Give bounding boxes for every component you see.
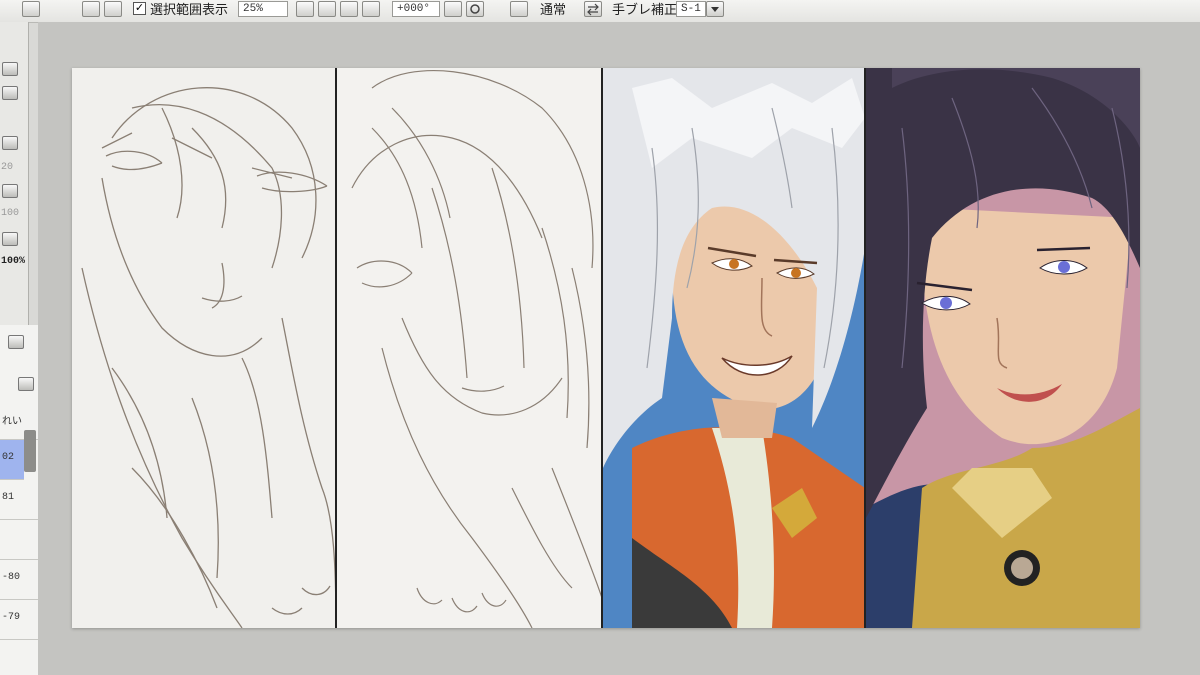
- flip-icon[interactable]: [584, 1, 602, 17]
- layer-visibility-icon[interactable]: [8, 335, 24, 349]
- zoom-field[interactable]: 25%: [238, 1, 288, 17]
- stabilizer-label: 手ブレ補正: [612, 2, 678, 17]
- blend-mode-select[interactable]: 通常: [540, 1, 566, 19]
- rotate-reset-icon[interactable]: [466, 1, 484, 17]
- layer-item[interactable]: -80: [0, 560, 38, 600]
- toolbar-button-1[interactable]: [22, 1, 40, 17]
- panel-button-4[interactable]: [2, 184, 18, 198]
- layer-item[interactable]: [0, 520, 38, 560]
- rotate-left-button[interactable]: [444, 1, 462, 17]
- toolbar-button-3[interactable]: [104, 1, 122, 17]
- sketch-panel-2: [337, 68, 603, 628]
- layer-panel: れい 02 81 -80 -79: [0, 325, 39, 675]
- brush-size-value[interactable]: 20: [1, 162, 13, 173]
- selection-display-checkbox[interactable]: ✓: [133, 2, 146, 15]
- sketch-panel-1: [72, 68, 337, 628]
- canvas[interactable]: [72, 68, 1140, 628]
- layer-scrollbar[interactable]: [24, 430, 36, 472]
- rotate-right-button[interactable]: [510, 1, 528, 17]
- layer-item[interactable]: 81: [0, 480, 38, 520]
- selection-display-label: 選択範囲表示: [150, 2, 229, 17]
- colored-panel-1: [603, 68, 865, 628]
- panel-button-3[interactable]: [2, 136, 18, 150]
- layer-label: -79: [2, 612, 21, 623]
- colored-panel-2: [866, 68, 1140, 628]
- layer-opacity-value[interactable]: 100%: [1, 256, 25, 267]
- panel-button-5[interactable]: [2, 232, 18, 246]
- opacity-value[interactable]: 100: [1, 208, 19, 219]
- artwork: [72, 68, 1140, 628]
- layer-label: 02: [2, 452, 15, 463]
- panel-button-2[interactable]: [2, 86, 18, 100]
- toolbar-button-2[interactable]: [82, 1, 100, 17]
- layer-item-selected[interactable]: 02: [0, 440, 24, 480]
- panel-button-1[interactable]: [2, 62, 18, 76]
- zoom-reset-button[interactable]: [318, 1, 336, 17]
- zoom-out-button[interactable]: [296, 1, 314, 17]
- tool-property-bar: ✓ 選択範囲表示 25% +000° 通常 手ブレ補正 S-1: [0, 0, 1200, 23]
- zoom-in-button[interactable]: [340, 1, 358, 17]
- zoom-fit-button[interactable]: [362, 1, 380, 17]
- chevron-down-icon[interactable]: [706, 1, 724, 17]
- stabilizer-select[interactable]: S-1: [676, 1, 706, 17]
- layer-label: 81: [2, 492, 15, 503]
- rotation-field[interactable]: +000°: [392, 1, 440, 17]
- layer-label: -80: [2, 572, 21, 583]
- layer-lock-icon[interactable]: [18, 377, 34, 391]
- layer-label: れい: [2, 417, 22, 428]
- layer-item[interactable]: -79: [0, 600, 38, 640]
- canvas-workspace[interactable]: [38, 22, 1200, 675]
